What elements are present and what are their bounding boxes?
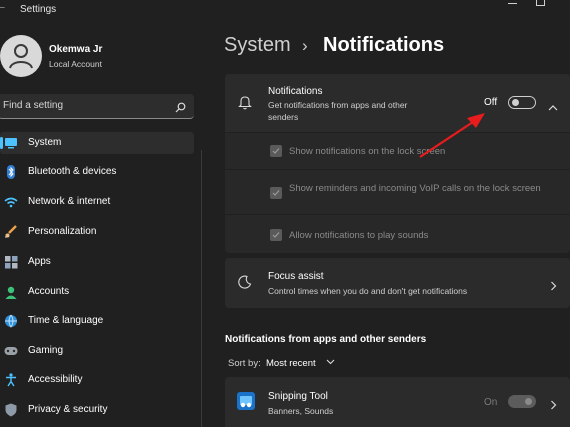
search-input[interactable]: Find a setting <box>0 94 194 119</box>
app-title: Settings <box>20 4 57 15</box>
sidebar-item-privacy-security[interactable]: Privacy & security <box>0 399 194 421</box>
sidebar-item-bluetooth[interactable]: Bluetooth & devices <box>0 161 194 183</box>
focus-assist-title: Focus assist <box>268 271 324 282</box>
checkbox[interactable] <box>270 229 282 241</box>
sidebar-item-gaming[interactable]: Gaming <box>0 340 194 362</box>
shield-icon <box>4 403 18 417</box>
chevron-right-icon[interactable] <box>550 278 557 296</box>
monitor-icon <box>4 136 18 150</box>
notifications-card[interactable]: Notifications Get notifications from app… <box>225 74 570 132</box>
snipping-tool-icon <box>237 392 255 415</box>
option-row: Show notifications on the lock screen <box>225 133 570 169</box>
app-name: Snipping Tool <box>268 391 328 402</box>
checkbox[interactable] <box>270 187 282 199</box>
notifications-toggle-state: Off <box>484 97 498 108</box>
section-heading: Notifications from apps and other sender… <box>225 334 427 345</box>
bell-icon <box>238 95 252 115</box>
avatar <box>0 35 42 77</box>
sidebar-item-label: Privacy & security <box>28 404 108 415</box>
gamepad-icon <box>4 344 18 358</box>
option-row: Allow notifications to play sounds <box>225 215 570 253</box>
option-label: Allow notifications to play sounds <box>289 230 429 241</box>
notifications-title: Notifications <box>268 86 323 97</box>
sidebar-item-label: Personalization <box>28 226 97 237</box>
sort-label: Sort by: <box>228 358 261 369</box>
focus-assist-description: Control times when you do and don't get … <box>268 286 468 296</box>
sidebar-item-label: Accessibility <box>28 374 83 385</box>
sidebar-item-accessibility[interactable]: Accessibility <box>0 369 194 391</box>
option-label: Show reminders and incoming VoIP calls o… <box>289 183 541 194</box>
search-placeholder: Find a setting <box>3 100 64 111</box>
app-toggle-state: On <box>484 397 498 408</box>
brush-icon <box>4 225 18 239</box>
app-notification-detail: Banners, Sounds <box>268 406 334 416</box>
sidebar-item-time-language[interactable]: Time & language <box>0 310 194 332</box>
sidebar-item-label: Gaming <box>28 345 64 356</box>
search-icon[interactable] <box>175 100 186 118</box>
option-label: Show notifications on the lock screen <box>289 146 446 157</box>
person-icon <box>4 285 18 299</box>
sidebar-item-network[interactable]: Network & internet <box>0 191 194 213</box>
toggle-knob <box>512 99 519 106</box>
globe-icon <box>4 314 18 328</box>
sidebar-item-label: Time & language <box>28 315 104 326</box>
moon-icon <box>238 275 252 294</box>
sidebar-item-label: Network & internet <box>28 196 111 207</box>
user-name: Okemwa Jr <box>49 44 103 55</box>
account-type: Local Account <box>49 59 102 69</box>
toggle-knob <box>525 398 532 405</box>
chevron-right-icon[interactable] <box>550 397 557 415</box>
sidebar-item-personalization[interactable]: Personalization <box>0 221 194 243</box>
sidebar-item-label: System <box>28 137 62 148</box>
app-notification-row[interactable]: Snipping Tool Banners, Sounds On <box>225 377 570 427</box>
sidebar-item-label: Accounts <box>28 286 70 297</box>
breadcrumb-separator: › <box>302 36 308 55</box>
chevron-up-icon[interactable] <box>548 98 558 116</box>
accessibility-icon <box>4 373 18 387</box>
page-title: Notifications <box>323 34 445 56</box>
sidebar-scrollbar[interactable] <box>201 150 202 427</box>
back-arrow-icon[interactable]: ← <box>0 0 7 12</box>
sort-dropdown[interactable]: Most recent <box>266 358 316 369</box>
sidebar-item-accounts[interactable]: Accounts <box>0 281 194 303</box>
maximize-button[interactable] <box>536 0 545 6</box>
sidebar-item-label: Apps <box>28 256 51 267</box>
bluetooth-icon <box>4 165 18 179</box>
notifications-toggle[interactable] <box>508 96 536 109</box>
notifications-description: Get notifications from apps and other se… <box>268 100 408 122</box>
sidebar-item-system[interactable]: System <box>0 132 194 154</box>
sidebar-item-apps[interactable]: Apps <box>0 251 194 273</box>
focus-assist-card[interactable]: Focus assist Control times when you do a… <box>225 258 570 308</box>
sidebar-item-label: Bluetooth & devices <box>28 166 117 177</box>
wifi-icon <box>4 195 18 209</box>
apps-icon <box>4 255 18 269</box>
option-row: Show reminders and incoming VoIP calls o… <box>225 170 570 214</box>
app-notification-toggle[interactable] <box>508 395 536 408</box>
checkbox[interactable] <box>270 145 282 157</box>
title-bar: ← Settings <box>0 0 570 22</box>
selection-indicator <box>0 137 3 149</box>
breadcrumb-parent[interactable]: System <box>224 34 291 57</box>
minimize-button[interactable] <box>508 3 517 4</box>
chevron-down-icon[interactable] <box>326 357 335 367</box>
